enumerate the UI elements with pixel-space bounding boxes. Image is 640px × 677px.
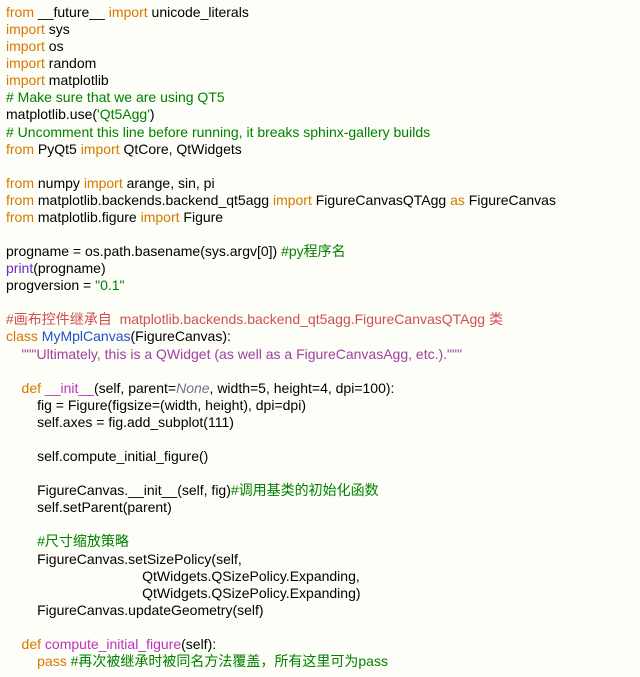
comment: #画布控件继承自 matplotlib.backends.backend_qt5…: [6, 311, 503, 327]
def-init: __init__: [45, 380, 94, 396]
code-block: from __future__ import unicode_literals …: [6, 4, 634, 670]
class-name: MyMplCanvas: [42, 328, 131, 344]
kw-from: from: [6, 4, 34, 20]
comment: #尺寸缩放策略: [6, 533, 129, 549]
print-call: print: [6, 260, 33, 276]
comment: # Uncomment this line before running, it…: [6, 124, 430, 140]
def-compute: compute_initial_figure: [45, 636, 181, 652]
comment: # Make sure that we are using QT5: [6, 89, 225, 105]
docstring: """Ultimately, this is a QWidget (as wel…: [6, 346, 462, 362]
